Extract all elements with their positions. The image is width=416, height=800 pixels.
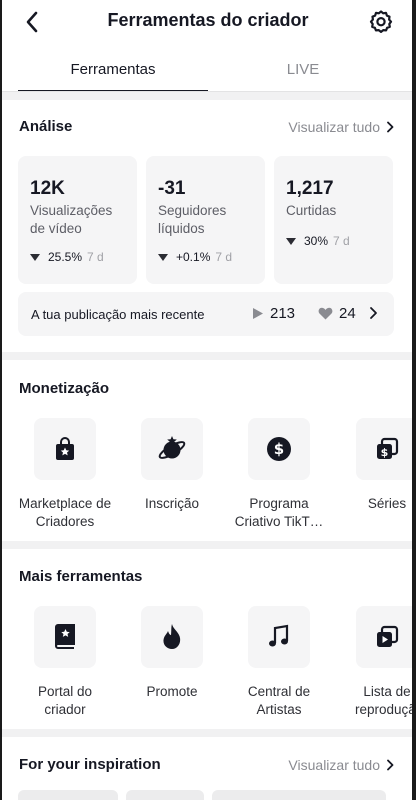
tool-label: Portal do criador (37, 684, 93, 717)
inspiration-see-all-link[interactable]: Visualizar tudo (288, 757, 394, 773)
tool-creator-portal[interactable]: Portal do criador (11, 606, 119, 719)
plays-count: 213 (270, 305, 296, 322)
tool-label: Central de Artistas (247, 684, 311, 717)
stat-change-period: 7 d (87, 250, 104, 264)
stat-change-value: 30% (304, 234, 329, 248)
tool-label: Promote (146, 684, 198, 699)
subscription-planet-icon (158, 436, 186, 459)
tool-subscription[interactable]: Inscrição (118, 418, 226, 513)
tab-live[interactable]: LIVE (208, 52, 398, 92)
tab-ferramentas[interactable]: Ferramentas (18, 52, 208, 92)
triangle-down-icon (30, 253, 40, 261)
tool-creator-program[interactable]: $ Programa Criativo TikT… (225, 418, 333, 531)
tool-icon-box (248, 606, 310, 668)
see-all-label: Visualizar tudo (288, 119, 380, 135)
tab-bar: Ferramentas LIVE (18, 52, 398, 92)
latest-post-row[interactable]: A tua publicação mais recente 213 24 (18, 292, 394, 336)
gear-icon (369, 10, 393, 33)
tool-label: Séries (367, 496, 407, 511)
tool-label: Marketplace de Criadores (18, 496, 112, 529)
stat-card-likes[interactable]: 1,217 Curtidas 30% 7 d (274, 156, 393, 284)
tool-label: Inscrição (144, 496, 200, 511)
book-star-icon (55, 624, 75, 649)
tool-icon-box: $ (356, 418, 416, 480)
section-divider (0, 92, 416, 100)
latest-post-likes: 24 (318, 305, 356, 322)
analytics-title: Análise (19, 118, 73, 135)
section-divider (0, 352, 416, 360)
tool-icon-box (356, 606, 416, 668)
stat-label: Seguidores líquidos (158, 203, 227, 236)
stat-change: 25.5% 7 d (30, 250, 104, 264)
stat-change: +0.1% 7 d (158, 250, 232, 264)
tool-icon-box (141, 606, 203, 668)
tool-artist-center[interactable]: Central de Artistas (225, 606, 333, 719)
section-divider (0, 729, 416, 737)
stat-change-value: +0.1% (176, 250, 211, 264)
tool-creator-marketplace[interactable]: Marketplace de Criadores (11, 418, 119, 531)
right-frame-edge (412, 0, 416, 800)
creator-tools-screen: Ferramentas do criador Ferramentas LIVE … (0, 0, 416, 800)
stat-value: 1,217 (286, 178, 334, 199)
tool-label: Lista de reprodução (355, 684, 416, 717)
tool-playlist[interactable]: Lista de reprodução (333, 606, 416, 719)
shopping-bag-star-icon (56, 437, 74, 460)
see-all-label: Visualizar tudo (288, 757, 380, 773)
inspiration-card[interactable] (212, 790, 386, 800)
page-title: Ferramentas do criador (107, 10, 309, 30)
monetization-title: Monetização (19, 380, 110, 397)
music-note-icon (269, 624, 289, 647)
stat-label: Curtidas (286, 203, 337, 218)
left-frame-edge (0, 0, 2, 800)
settings-button[interactable] (368, 9, 394, 35)
tool-series[interactable]: $ Séries (333, 418, 416, 513)
stat-change-period: 7 d (333, 234, 350, 248)
latest-post-label: A tua publicação mais recente (31, 307, 205, 322)
likes-count: 24 (339, 305, 356, 322)
stat-change-value: 25.5% (48, 250, 83, 264)
header: Ferramentas do criador (0, 0, 416, 44)
dollar-coin-icon: $ (267, 437, 291, 461)
stat-value: 12K (30, 178, 65, 199)
stat-change: 30% 7 d (286, 234, 350, 248)
section-divider (0, 541, 416, 549)
chevron-right-icon (370, 307, 377, 319)
tool-label: Programa Criativo TikT… (234, 496, 324, 529)
stat-value: -31 (158, 178, 186, 199)
stat-label: Visualizações de vídeo (30, 203, 113, 236)
tool-promote[interactable]: Promote (118, 606, 226, 701)
heart-icon (318, 307, 333, 320)
tool-icon-box (141, 418, 203, 480)
playlist-icon (377, 625, 399, 647)
analytics-see-all-link[interactable]: Visualizar tudo (288, 119, 394, 135)
stat-change-period: 7 d (215, 250, 233, 264)
tool-icon-box (34, 418, 96, 480)
stat-card-net-followers[interactable]: -31 Seguidores líquidos +0.1% 7 d (146, 156, 265, 284)
flame-icon (163, 624, 181, 649)
chevron-right-icon (387, 121, 394, 133)
triangle-down-icon (286, 237, 296, 245)
tool-icon-box (34, 606, 96, 668)
tool-icon-box: $ (248, 418, 310, 480)
play-icon (253, 308, 263, 319)
triangle-down-icon (158, 253, 168, 261)
inspiration-card[interactable] (18, 790, 118, 800)
inspiration-card[interactable] (126, 790, 204, 800)
inspiration-title: For your inspiration (19, 756, 161, 773)
svg-text:$: $ (381, 446, 389, 459)
series-dollar-icon: $ (377, 437, 399, 459)
more-tools-title: Mais ferramentas (19, 568, 143, 585)
latest-post-plays: 213 (252, 305, 295, 322)
stat-card-video-views[interactable]: 12K Visualizações de vídeo 25.5% 7 d (18, 156, 137, 284)
chevron-right-icon (387, 759, 394, 771)
svg-text:$: $ (274, 440, 284, 458)
